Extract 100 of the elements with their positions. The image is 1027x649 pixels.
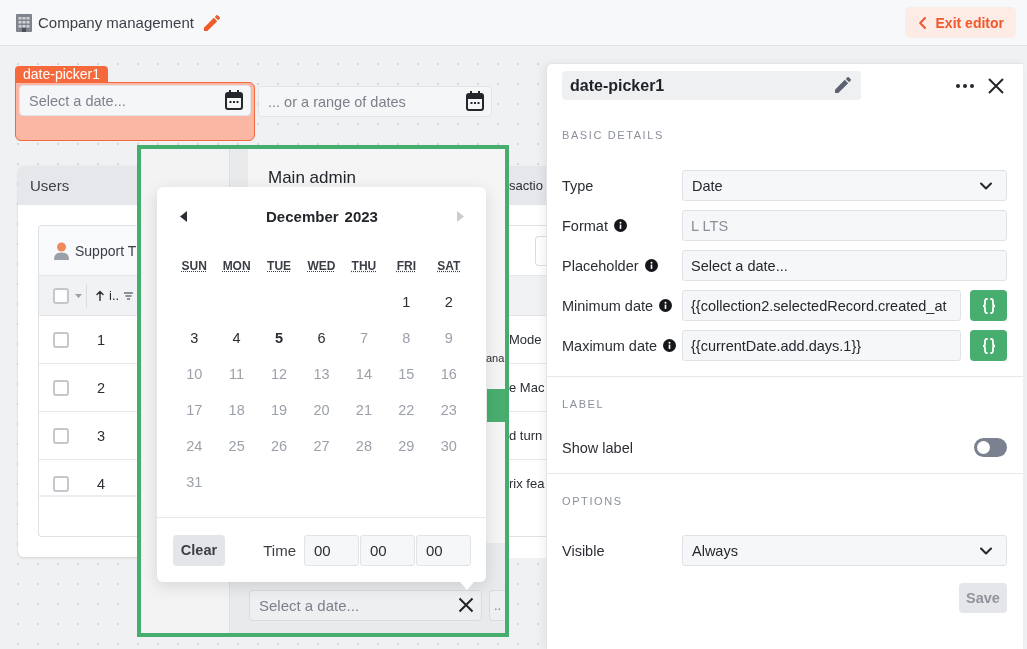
info-icon[interactable] bbox=[659, 299, 673, 312]
sort-arrow-icon[interactable] bbox=[96, 290, 104, 301]
chevron-down-icon bbox=[980, 181, 992, 190]
weekday-label: MON bbox=[222, 259, 251, 273]
calendar-day[interactable]: 6 bbox=[312, 328, 331, 348]
person-icon bbox=[53, 241, 70, 260]
table-cell: 1 bbox=[97, 331, 106, 348]
calendar-day: 19 bbox=[266, 400, 293, 420]
calendar-day: 29 bbox=[393, 436, 420, 456]
time-input[interactable]: 00 bbox=[416, 534, 471, 566]
field-label: Type bbox=[562, 177, 594, 194]
clear-button[interactable]: Clear bbox=[173, 534, 225, 566]
section-title: BASIC DETAILS bbox=[562, 128, 665, 142]
calendar-day[interactable]: 2 bbox=[439, 292, 458, 312]
section-title: LABEL bbox=[562, 397, 606, 411]
calendar-day: 12 bbox=[266, 364, 293, 384]
chevron-down-icon bbox=[980, 546, 992, 555]
expression-field[interactable]: {{collection2.selectedRecord.created_at bbox=[682, 290, 961, 321]
calendar-day: 13 bbox=[308, 364, 335, 384]
calendar-day: 14 bbox=[350, 364, 377, 384]
calendar-icon[interactable] bbox=[225, 90, 243, 110]
text-field[interactable]: L LTS bbox=[682, 210, 1007, 241]
action-button-edge bbox=[487, 389, 505, 422]
calendar-day[interactable]: 5 bbox=[270, 328, 289, 348]
info-icon[interactable] bbox=[613, 219, 627, 232]
card-title: Users bbox=[30, 177, 70, 194]
code-mode-button[interactable] bbox=[970, 330, 1007, 361]
calendar-day: 20 bbox=[308, 400, 335, 420]
table-cell: e Mac bbox=[509, 380, 545, 395]
table-cell: 3 bbox=[97, 427, 106, 444]
calendar-day: 18 bbox=[223, 400, 250, 420]
app-title: Company management bbox=[38, 14, 194, 31]
calendar-day: 26 bbox=[266, 436, 293, 456]
weekday-label: SUN bbox=[181, 259, 207, 273]
field-label: Minimum date bbox=[562, 297, 654, 314]
calendar-day: 15 bbox=[393, 364, 420, 384]
toggle-switch[interactable] bbox=[974, 438, 1007, 457]
table-cell: 4 bbox=[97, 475, 106, 492]
calendar-day: 10 bbox=[181, 364, 208, 384]
caret-down-icon[interactable] bbox=[75, 293, 82, 298]
row-checkbox[interactable] bbox=[53, 379, 69, 396]
weekday-label: WED bbox=[307, 259, 336, 273]
component-name-field[interactable]: date-picker1 bbox=[562, 71, 861, 100]
pencil-icon[interactable] bbox=[835, 77, 851, 93]
dropdown-select[interactable]: Always bbox=[682, 535, 1007, 566]
time-input[interactable]: 00 bbox=[304, 534, 359, 566]
field-label: Visible bbox=[562, 542, 605, 559]
dropdown-select[interactable]: Date bbox=[682, 170, 1007, 201]
section-title: OPTIONS bbox=[562, 494, 624, 508]
time-label: Time bbox=[263, 541, 296, 559]
row-checkbox[interactable] bbox=[53, 427, 69, 444]
field-label: Show label bbox=[562, 439, 633, 456]
row-checkbox[interactable] bbox=[53, 475, 69, 492]
month-label: December bbox=[266, 207, 339, 225]
more-options-icon[interactable] bbox=[956, 83, 974, 88]
panel-title: Main admin bbox=[268, 169, 357, 187]
calendar-icon[interactable] bbox=[466, 91, 484, 111]
calendar-day: 17 bbox=[181, 400, 208, 420]
date-range-input[interactable]: ... or a range of dates bbox=[258, 86, 492, 117]
text-field[interactable]: Select a date... bbox=[682, 250, 1007, 281]
table-cell: Mode bbox=[509, 332, 542, 347]
search-field[interactable] bbox=[535, 235, 546, 266]
expression-field[interactable]: {{currentDate.add.days.1}} bbox=[682, 330, 961, 361]
weekday-label: SAT bbox=[437, 259, 461, 273]
column-header[interactable]: i.. bbox=[109, 288, 120, 303]
calendar-day[interactable]: 3 bbox=[185, 328, 204, 348]
weekday-label: THU bbox=[351, 259, 377, 273]
field-label: Maximum date bbox=[562, 337, 658, 354]
calendar-day: 22 bbox=[393, 400, 420, 420]
date-range-input[interactable]: .. bbox=[489, 590, 505, 621]
info-icon[interactable] bbox=[644, 259, 658, 272]
calendar-day: 25 bbox=[223, 436, 250, 456]
previous-month-icon[interactable] bbox=[180, 210, 187, 222]
close-icon[interactable] bbox=[988, 77, 1004, 94]
text-fragment: ana bbox=[486, 352, 505, 364]
calendar-day: 24 bbox=[181, 436, 208, 456]
select-all-checkbox[interactable] bbox=[53, 287, 69, 304]
date-input[interactable]: Select a date... bbox=[19, 85, 251, 116]
building-icon bbox=[16, 13, 32, 32]
clear-icon[interactable] bbox=[458, 597, 474, 613]
time-input[interactable]: 00 bbox=[360, 534, 415, 566]
code-mode-button[interactable] bbox=[970, 290, 1007, 321]
braces-icon bbox=[981, 297, 996, 314]
year-label: 2023 bbox=[344, 207, 378, 225]
field-label: Placeholder bbox=[562, 257, 639, 274]
table-cell: rix fea bbox=[509, 476, 545, 491]
filter-icon[interactable] bbox=[124, 291, 134, 300]
pencil-icon[interactable] bbox=[203, 14, 220, 31]
calendar-day[interactable]: 1 bbox=[397, 292, 416, 312]
card-title: sactio bbox=[509, 178, 543, 193]
table-cell: d turn bbox=[509, 428, 543, 443]
field-label: Format bbox=[562, 217, 608, 234]
calendar-day: 16 bbox=[435, 364, 462, 384]
calendar-day: 30 bbox=[435, 436, 462, 456]
weekday-label: FRI bbox=[396, 259, 416, 273]
info-icon[interactable] bbox=[663, 339, 677, 352]
calendar-day: 7 bbox=[354, 328, 373, 348]
date-input[interactable]: Select a date... bbox=[249, 590, 482, 621]
calendar-day[interactable]: 4 bbox=[227, 328, 246, 348]
row-checkbox[interactable] bbox=[53, 331, 69, 348]
